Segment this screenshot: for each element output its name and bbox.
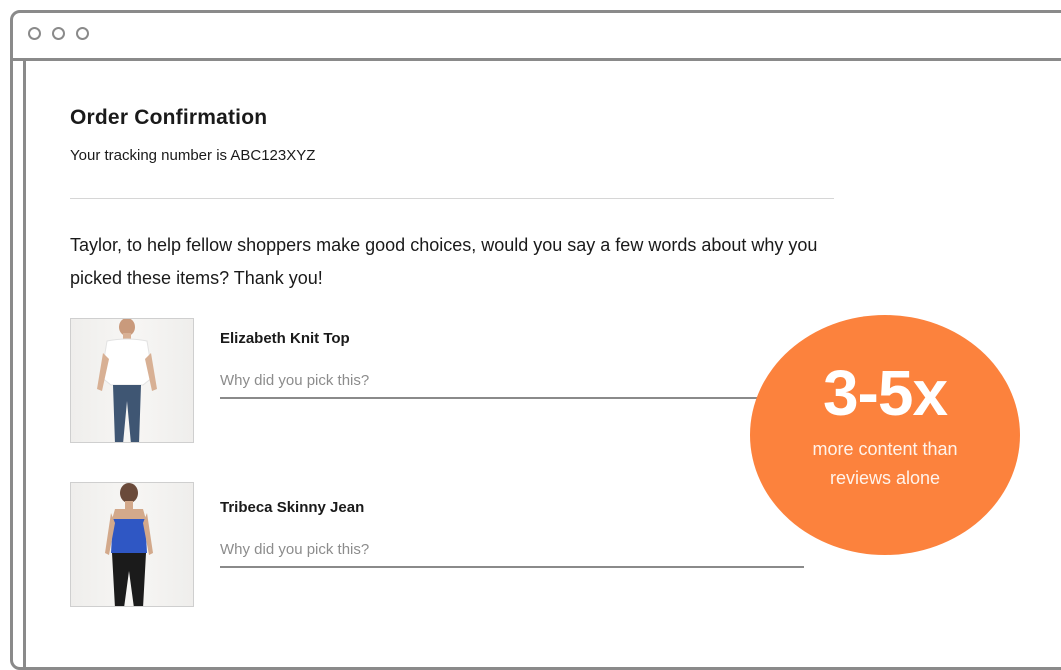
window-titlebar — [13, 13, 1061, 61]
skinny-jean-figure-icon — [105, 483, 153, 606]
item-name: Elizabeth Knit Top — [220, 330, 350, 347]
badge-headline: 3-5x — [822, 357, 948, 429]
window-dot-icon[interactable] — [28, 27, 41, 40]
product-image-skinny-jean — [70, 482, 194, 607]
tracking-number-text: Your tracking number is ABC123XYZ — [70, 147, 316, 164]
order-item: Tribeca Skinny Jean — [70, 482, 830, 610]
content-border — [23, 58, 26, 667]
product-image-knit-top — [70, 318, 194, 443]
badge-subtext-line: more content than — [812, 439, 958, 459]
order-item: Elizabeth Knit Top — [70, 318, 830, 446]
window-dot-icon[interactable] — [52, 27, 65, 40]
review-request-message: Taylor, to help fellow shoppers make goo… — [70, 235, 818, 288]
item-name: Tribeca Skinny Jean — [220, 499, 365, 516]
why-picked-input[interactable] — [220, 363, 804, 399]
content-stat-badge: 3-5x more content than reviews alone — [750, 315, 1020, 555]
page-title: Order Confirmation — [70, 106, 268, 129]
knit-top-figure-icon — [97, 319, 157, 442]
window-dot-icon[interactable] — [76, 27, 89, 40]
badge-subtext-line: reviews alone — [829, 468, 941, 488]
divider — [70, 198, 834, 199]
why-picked-input[interactable] — [220, 532, 804, 568]
badge-subtext: more content than reviews alone — [750, 435, 1020, 493]
